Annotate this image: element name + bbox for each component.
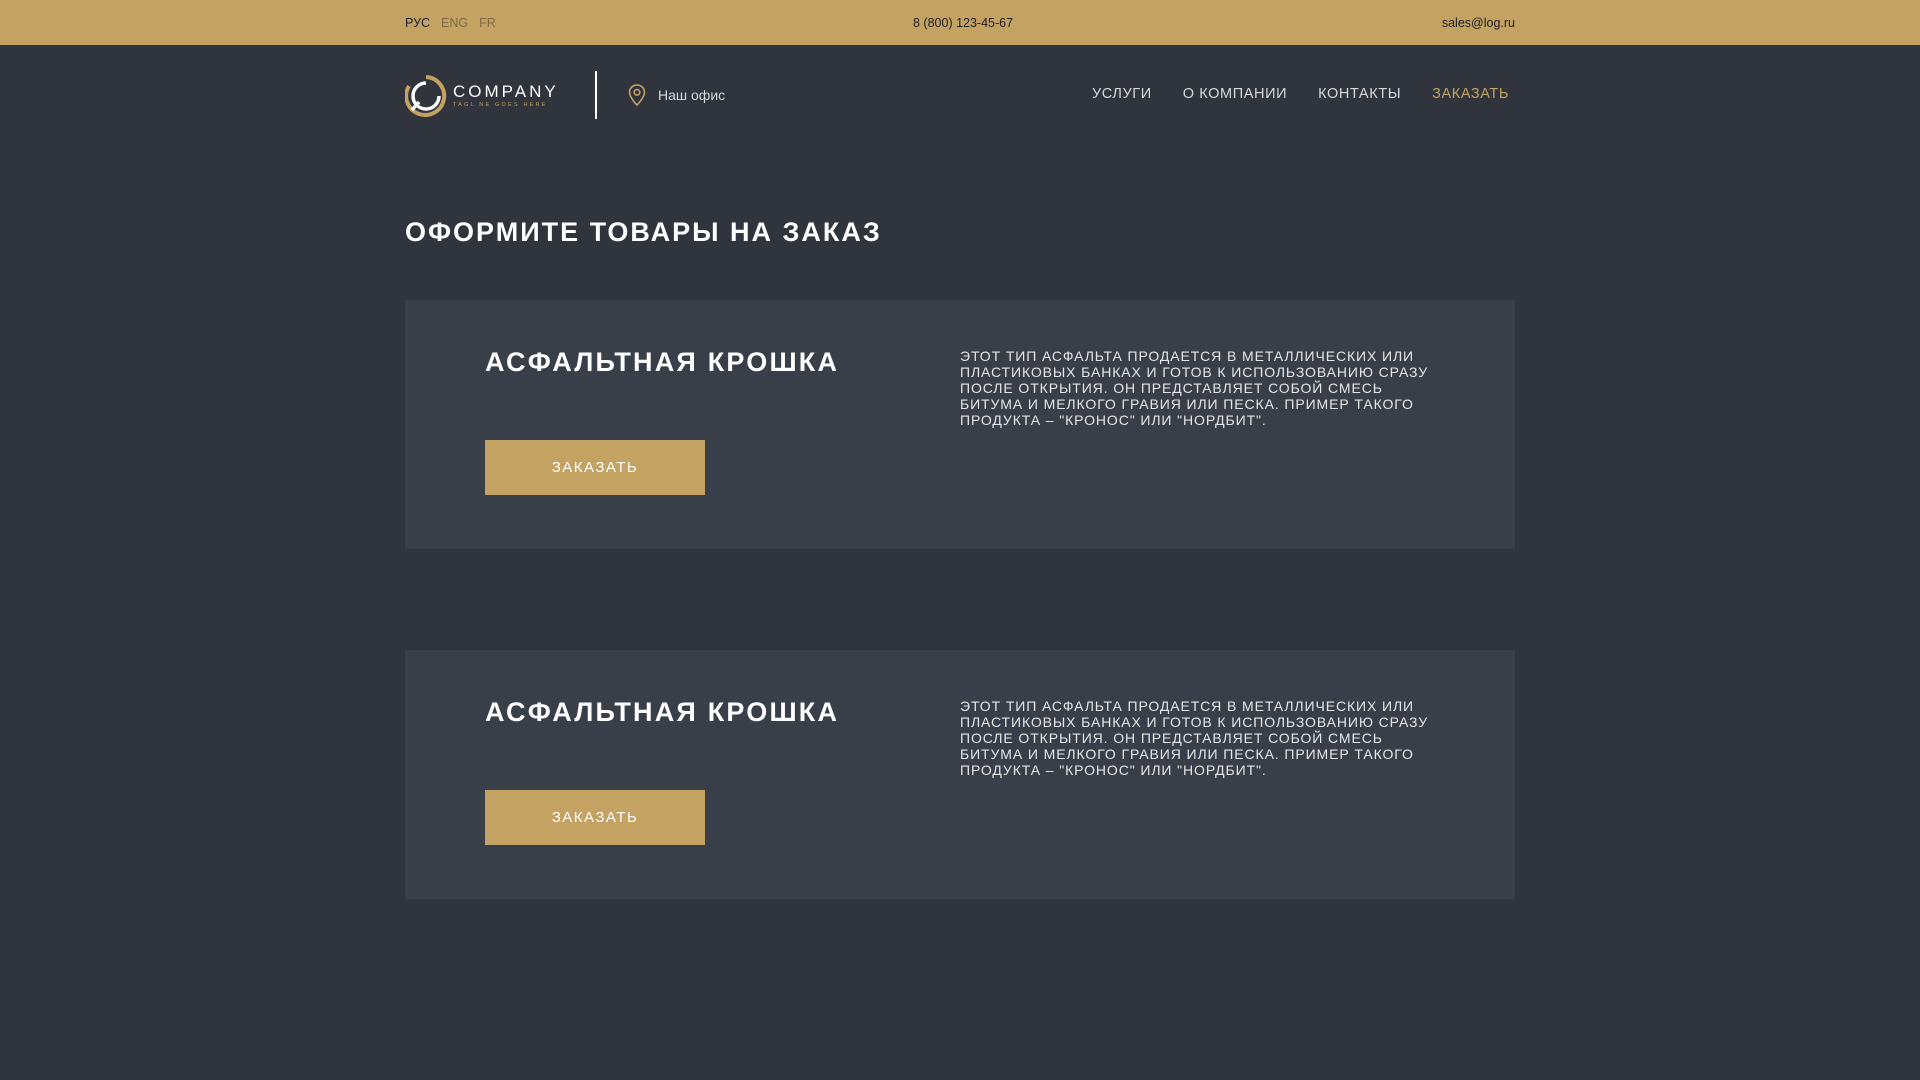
product-card: АСФАЛЬТНАЯ КРОШКА ЗАКАЗАТЬ ЭТОТ ТИП АСФА… (405, 650, 1515, 899)
language-option-en[interactable]: ENG (441, 16, 468, 30)
ring-logo-icon (405, 75, 447, 117)
language-option-fr[interactable]: FR (479, 16, 496, 30)
main-nav: УСЛУГИ О КОМПАНИИ КОНТАКТЫ ЗАКАЗАТЬ (1092, 86, 1509, 102)
nav-item-about[interactable]: О КОМПАНИИ (1183, 86, 1287, 102)
office-link[interactable]: Наш офис (627, 83, 725, 107)
office-label: Наш офис (658, 87, 726, 103)
nav-item-services[interactable]: УСЛУГИ (1092, 86, 1152, 102)
logo-title: COMPANY (453, 82, 559, 101)
header-divider (595, 71, 597, 119)
site-header: COMPANY TAGL NE GOES HERE Наш офис УСЛУГ… (405, 70, 1515, 120)
nav-item-contacts[interactable]: КОНТАКТЫ (1318, 86, 1401, 102)
logo-text: COMPANY TAGL NE GOES HERE (453, 83, 559, 109)
product-description: ЭТОТ ТИП АСФАЛЬТА ПРОДАЕТСЯ В МЕТАЛЛИЧЕС… (960, 698, 1429, 778)
page-title: ОФОРМИТЕ ТОВАРЫ НА ЗАКАЗ (405, 217, 882, 247)
top-bar-inner: РУС ENG FR 8 (800) 123-45-67 sales@log.r… (405, 0, 1515, 45)
map-pin-icon (628, 84, 646, 107)
logo-tagline: TAGL NE GOES HERE (453, 102, 548, 108)
company-logo[interactable]: COMPANY TAGL NE GOES HERE (405, 72, 567, 120)
language-switcher: РУС ENG FR (405, 16, 496, 30)
email-link[interactable]: sales@log.ru (1442, 16, 1515, 30)
order-button[interactable]: ЗАКАЗАТЬ (485, 790, 705, 845)
top-bar: РУС ENG FR 8 (800) 123-45-67 sales@log.r… (0, 0, 1920, 45)
order-button[interactable]: ЗАКАЗАТЬ (485, 440, 705, 495)
nav-item-order[interactable]: ЗАКАЗАТЬ (1432, 86, 1509, 102)
product-title: АСФАЛЬТНАЯ КРОШКА (485, 697, 840, 727)
product-card: АСФАЛЬТНАЯ КРОШКА ЗАКАЗАТЬ ЭТОТ ТИП АСФА… (405, 300, 1515, 549)
product-title: АСФАЛЬТНАЯ КРОШКА (485, 347, 840, 377)
product-description: ЭТОТ ТИП АСФАЛЬТА ПРОДАЕТСЯ В МЕТАЛЛИЧЕС… (960, 348, 1429, 428)
phone-number[interactable]: 8 (800) 123-45-67 (913, 16, 1013, 30)
language-option-ru[interactable]: РУС (405, 16, 430, 30)
